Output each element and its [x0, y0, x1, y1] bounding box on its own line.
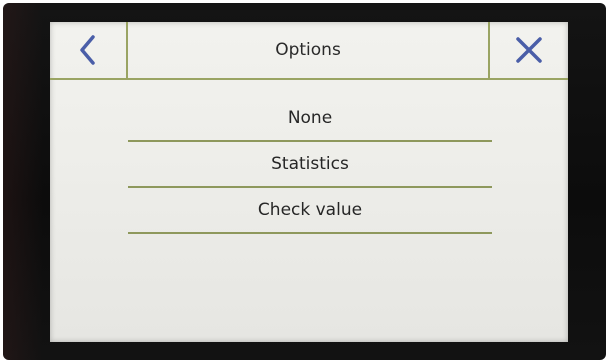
- header-bar: Options: [50, 22, 568, 80]
- menu-item-label: Check value: [257, 200, 363, 220]
- menu-item-label: None: [287, 108, 333, 128]
- menu-item-label: Statistics: [271, 154, 349, 174]
- bezel-shade: [3, 3, 43, 360]
- device-photo: Options None Statistics Check value: [0, 0, 609, 363]
- menu-item-check-value[interactable]: Check value: [128, 190, 492, 234]
- menu-item-none[interactable]: None: [128, 98, 492, 142]
- close-button[interactable]: [488, 22, 568, 78]
- close-icon: [516, 37, 542, 63]
- menu-item-statistics[interactable]: Statistics: [128, 144, 492, 188]
- page-title: Options: [275, 40, 341, 60]
- chevron-left-icon: [80, 35, 95, 65]
- options-menu: None Statistics Check value: [128, 98, 492, 236]
- touch-screen: Options None Statistics Check value: [50, 22, 568, 342]
- back-button[interactable]: [50, 22, 128, 78]
